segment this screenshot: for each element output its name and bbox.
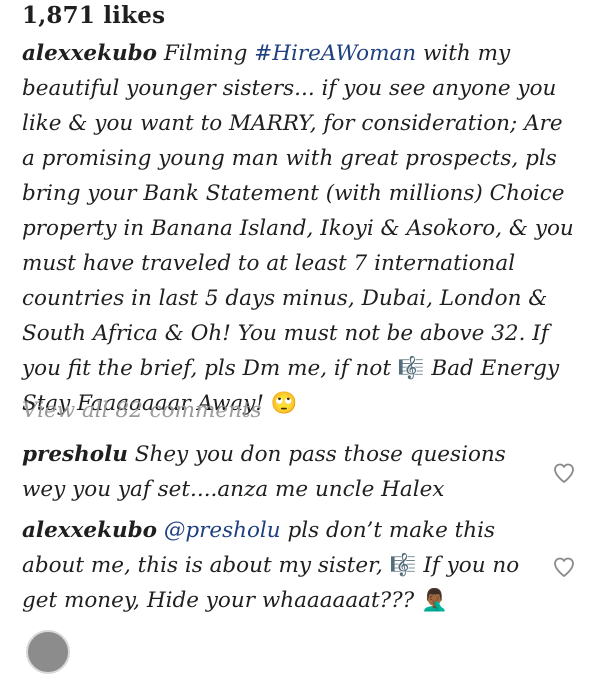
avatar[interactable] bbox=[26, 630, 70, 674]
eye-roll-emoji: 🙄 bbox=[270, 391, 298, 416]
view-all-comments-link[interactable]: View all 82 comments bbox=[22, 398, 262, 423]
heart-icon[interactable] bbox=[552, 461, 576, 485]
hashtag-link[interactable]: #HireAWoman bbox=[254, 41, 416, 66]
mention-link[interactable]: @presholu bbox=[157, 518, 281, 543]
comment-item: alexxekubo @presholu pls don’t make this… bbox=[22, 513, 542, 618]
comment-username[interactable]: presholu bbox=[22, 442, 128, 467]
comment-username[interactable]: alexxekubo bbox=[22, 518, 157, 543]
post-caption: alexxekubo Filming #HireAWoman with my b… bbox=[22, 36, 582, 421]
music-emoji: 🎼 bbox=[397, 356, 425, 381]
heart-icon[interactable] bbox=[552, 555, 576, 579]
comment-item: presholu Shey you don pass those quesion… bbox=[22, 437, 542, 507]
facepalm-emoji: 🤦🏾‍♂️ bbox=[421, 588, 448, 613]
caption-text-1: Filming bbox=[157, 41, 255, 66]
music-emoji: 🎼 bbox=[389, 553, 417, 578]
likes-count[interactable]: 1,871 likes bbox=[22, 2, 165, 29]
caption-text-2: with my beautiful younger sisters... if … bbox=[22, 41, 574, 381]
caption-username[interactable]: alexxekubo bbox=[22, 41, 157, 66]
